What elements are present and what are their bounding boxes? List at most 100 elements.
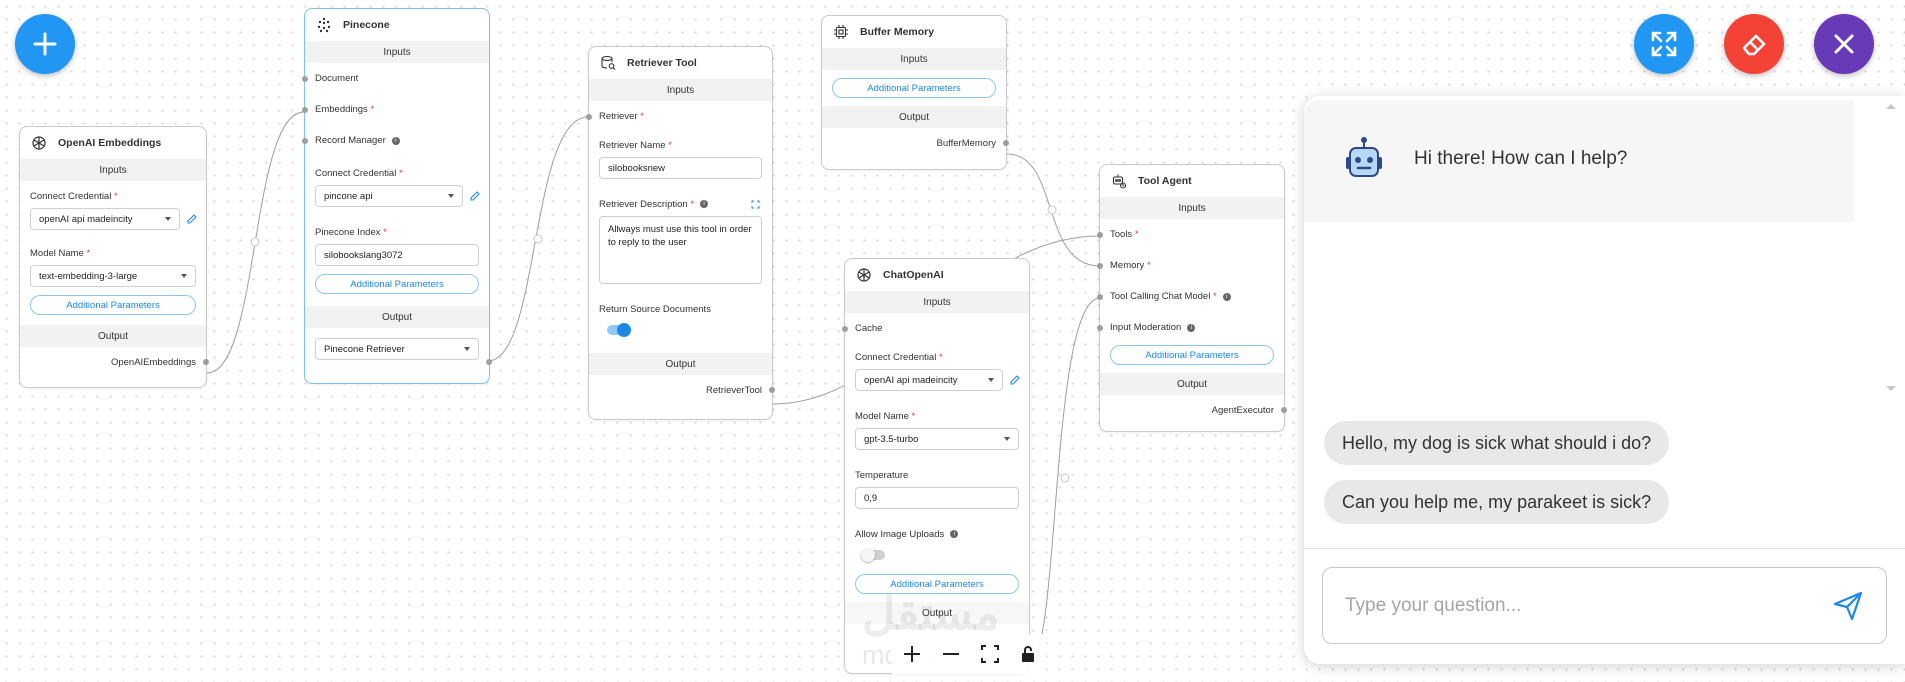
output-handle[interactable] [486,359,492,365]
node-title: ChatOpenAI [883,269,944,281]
node-retriever-tool[interactable]: Retriever Tool Inputs Retriever * Retrie… [586,46,775,420]
close-chat-button[interactable] [1814,14,1874,74]
chevron-down-icon [448,194,454,198]
scroll-up-icon[interactable] [1885,102,1897,110]
retriever-desc-textarea[interactable]: Allways must use this tool in order to r… [599,216,762,284]
cache-input: Cache [842,313,1029,344]
output-handle[interactable] [203,359,209,365]
node-openai-embeddings[interactable]: OpenAI Embeddings Inputs Connect Credent… [19,126,209,388]
zoom-in-icon[interactable] [902,644,922,664]
input-handle[interactable] [302,106,308,113]
info-icon[interactable]: i [1222,292,1231,301]
embeddings-input: Embeddings * [302,94,489,125]
input-handle[interactable] [842,325,848,332]
credential-select[interactable]: pincone api [315,185,463,207]
node-header: Tool Agent [1100,165,1284,197]
output-select[interactable]: Pinecone Retriever [315,338,479,360]
model-name-label: Model Name * [855,411,916,422]
node-title: Buffer Memory [860,26,935,38]
additional-parameters-button[interactable]: Additional Parameters [832,78,996,98]
index-input[interactable]: silobookslang3072 [315,244,479,266]
model-name-select[interactable]: gpt-3.5-turbo [855,428,1019,450]
chat-panel: Hi there! How can I help? Hello, my dog … [1304,96,1905,664]
chevron-down-icon [464,347,470,351]
info-icon[interactable]: i [950,530,959,539]
output-handle[interactable] [769,387,775,393]
temperature-label: Temperature [855,470,909,481]
input-handle[interactable] [302,137,308,144]
model-name-label: Model Name * [30,248,91,259]
inputs-header: Inputs [589,79,772,101]
edit-icon[interactable] [1009,374,1021,386]
canvas-controls [892,634,1046,674]
additional-parameters-button[interactable]: Additional Parameters [1110,345,1274,365]
eraser-icon [1742,34,1766,56]
index-label: Pinecone Index * [315,227,387,238]
zoom-out-icon[interactable] [941,644,961,664]
output-name: RetrieverTool [706,384,762,396]
input-moderation-input: Input Moderation i [1097,312,1284,343]
allow-image-toggle[interactable] [861,548,885,562]
scroll-down-icon[interactable] [1885,385,1897,393]
plus-icon [33,32,57,56]
chevron-down-icon [165,217,171,221]
model-name-select[interactable]: text-embedding-3-large [30,265,196,287]
output-handle[interactable] [1281,407,1287,413]
expand-chat-button[interactable] [1634,14,1694,74]
user-message: Can you help me, my parakeet is sick? [1324,480,1670,524]
node-tool-agent[interactable]: Tool Agent Inputs Tools * Memory * Tool … [1097,164,1287,432]
add-node-button[interactable] [15,14,75,74]
return-source-toggle[interactable] [607,323,631,337]
output-header: Output [20,325,206,347]
edge-pinecone-retriever [487,116,589,362]
openai-logo-icon [30,134,48,152]
bot-avatar-icon [1346,137,1382,177]
credential-label: Connect Credential * [30,191,118,202]
output-header: Output [305,306,489,328]
node-title: Pinecone [343,19,390,31]
additional-parameters-button[interactable]: Additional Parameters [30,295,196,315]
edge-delete-4 [1060,473,1070,483]
info-icon[interactable]: i [391,136,400,145]
additional-parameters-button[interactable]: Additional Parameters [315,274,479,294]
edit-icon[interactable] [186,213,198,225]
database-search-icon [599,54,617,72]
retriever-desc-label: Retriever Description * i [589,199,772,210]
credential-select[interactable]: openAI api madeincity [30,208,180,230]
tools-input: Tools * [1097,219,1284,250]
inputs-header: Inputs [20,159,206,181]
node-header: Buffer Memory [822,16,1006,48]
inputs-header: Inputs [845,291,1029,313]
input-handle[interactable] [1097,324,1103,331]
expand-icon[interactable] [751,200,760,209]
edit-icon[interactable] [469,190,481,202]
input-handle[interactable] [1097,262,1103,269]
lock-icon[interactable] [1019,644,1037,664]
node-header: Pinecone [305,9,489,41]
credential-select[interactable]: openAI api madeincity [855,369,1003,391]
input-handle[interactable] [1097,293,1103,300]
node-buffer-memory[interactable]: Buffer Memory Inputs Additional Paramete… [821,15,1009,170]
input-handle[interactable] [1097,231,1103,238]
credential-label: Connect Credential * [315,168,403,179]
chat-message-input[interactable] [1345,594,1785,617]
retriever-name-input[interactable]: silobooksnew [599,157,762,179]
output-header: Output [1100,373,1284,395]
node-pinecone[interactable]: Pinecone Inputs Document Embeddings * Re… [302,8,492,384]
send-icon[interactable] [1832,590,1864,622]
edge-embeddings-pinecone [206,111,305,374]
output-name: OpenAIEmbeddings [110,356,196,368]
output-handle[interactable] [1003,140,1009,146]
chat-divider [1304,548,1905,549]
input-handle[interactable] [586,113,592,120]
clear-chat-button[interactable] [1724,14,1784,74]
fit-view-icon[interactable] [980,644,1000,664]
node-header: OpenAI Embeddings [20,127,206,159]
inputs-header: Inputs [822,48,1006,70]
output-handle-row: RetrieverTool [589,375,775,405]
info-icon[interactable]: i [1187,323,1196,332]
input-handle[interactable] [302,75,308,82]
inputs-header: Inputs [305,41,489,63]
temperature-input[interactable]: 0,9 [855,487,1019,509]
info-icon[interactable]: i [700,200,709,209]
